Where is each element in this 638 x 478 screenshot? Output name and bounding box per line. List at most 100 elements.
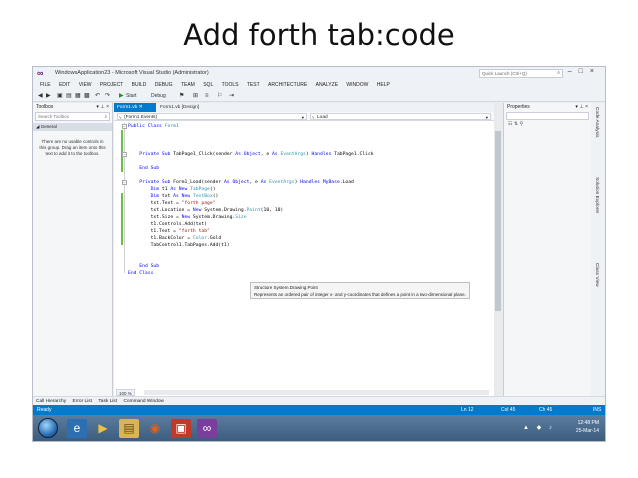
zoom-level[interactable]: 100 % [116,389,135,396]
open-file-icon[interactable]: ▤ [66,92,72,100]
vs-screenshot: ∞ WindowsApplication23 - Microsoft Visua… [32,66,606,442]
comment-icon[interactable]: ≡ [205,92,209,100]
property-pages-icon[interactable]: ⚲ [519,121,523,127]
toolbox-search-input[interactable]: Search Toolbox ⌕ [35,112,110,121]
code-line: Public Class Form1 [128,124,179,129]
tray-date[interactable]: 25-Mar-14 [576,428,599,434]
close-icon[interactable]: ✕ [139,105,143,110]
start-icon[interactable]: ▶ [119,92,124,100]
new-project-icon[interactable]: ▣ [57,92,63,100]
undo-icon[interactable]: ↶ [95,92,100,100]
status-bar: Ready Ln 12 Col 45 Ch 45 INS [33,405,605,415]
menu-edit[interactable]: EDIT [59,80,70,90]
code-line: End Sub [139,264,160,269]
status-char: Ch 45 [539,407,553,413]
minimize-icon[interactable]: – [568,68,579,75]
pin-icon[interactable]: ▾ ⊥ × [96,103,109,112]
vertical-scrollbar[interactable] [494,103,502,396]
maximize-icon[interactable]: □ [579,68,590,75]
find-icon[interactable]: ⊞ [193,92,198,100]
tray-time[interactable]: 12:48 PM [578,420,599,426]
title-bar: ∞ WindowsApplication23 - Microsoft Visua… [33,67,605,80]
menu-project[interactable]: PROJECT [100,80,123,90]
quick-launch-input[interactable]: Quick Launch (Ctrl+Q) ⌕ [479,69,563,78]
change-indicator [121,193,123,245]
menu-debug[interactable]: DEBUG [155,80,173,90]
code-line: t1.BackColor = Color.Gold [128,236,222,241]
toolbar-misc-icon[interactable]: ⚑ [179,92,184,100]
menu-tools[interactable]: TOOLS [222,80,239,90]
windows-taskbar: e ▶ ▤ ◉ ▣ ∞ ▲ ◆ ♪ 12:48 PM 25-Mar-14 [33,415,605,441]
menu-analyze[interactable]: ANALYZE [316,80,338,90]
status-insert-mode: INS [593,407,602,413]
collapse-icon[interactable]: − [122,152,127,157]
forward-icon[interactable]: ▶ [46,92,51,100]
properties-object-dropdown[interactable] [506,112,589,120]
indent-icon[interactable]: ⇥ [229,92,234,100]
collapse-icon[interactable]: − [122,124,127,129]
side-tab-class-view[interactable]: Class View [594,263,599,287]
save-all-icon[interactable]: ▩ [84,92,90,100]
file-explorer-icon[interactable]: ▤ [119,419,139,438]
redo-icon[interactable]: ↷ [105,92,110,100]
window-controls: –□× [568,68,601,75]
slide-title: Add forth tab:code [183,18,455,52]
back-icon[interactable]: ◀ [38,92,43,100]
alphabetical-icon[interactable]: ⇅ [514,121,518,127]
tab-form1-vb[interactable]: Form1.vb ✕ [114,103,156,112]
start-button[interactable]: Start [126,92,137,100]
side-tab-solution-explorer[interactable]: Solution Explorer [594,177,599,214]
menu-team[interactable]: TEAM [181,80,195,90]
code-line: TabControl1.TabPages.Add(t1) [128,243,230,248]
status-ready: Ready [37,407,52,413]
chevron-down-icon: ▾ [301,115,304,120]
horizontal-scrollbar[interactable] [144,390,489,395]
code-text-area[interactable]: − − − Public Class Form1 Private Sub Tab… [114,123,494,388]
menu-help[interactable]: HELP [377,80,390,90]
code-line: t1.Text = "forth tab" [128,229,210,234]
system-tray: ▲ ◆ ♪ 12:48 PM 25-Mar-14 [521,419,601,439]
close-icon[interactable]: × [590,68,601,75]
code-line: txt.Text = "forth page" [128,201,216,206]
save-icon[interactable]: ▦ [75,92,81,100]
firefox-icon[interactable]: ◉ [145,419,165,438]
config-dropdown[interactable]: Debug [151,92,166,100]
scrollbar-thumb[interactable] [495,131,501,311]
office-icon[interactable]: ▣ [171,419,191,438]
class-dropdown[interactable]: ϟ (Form1 Events) ▾ [117,113,307,120]
menu-view[interactable]: VIEW [79,80,92,90]
tab-label: Form1.vb [117,105,138,110]
properties-pane: Properties ▾ ⊥ × ☷ ⇅ ⚲ [503,103,591,396]
media-player-icon[interactable]: ▶ [93,419,113,438]
menu-test[interactable]: TEST [247,80,260,90]
code-line: End Class [128,271,154,276]
class-dropdown-value: (Form1 Events) [124,115,158,120]
menu-window[interactable]: WINDOW [346,80,368,90]
code-editor-pane: Form1.vb ✕ Form1.vb [Design] ϟ (Form1 Ev… [114,103,494,396]
side-tab-code-analysis[interactable]: Code Analysis [594,107,599,137]
search-icon: ⌕ [557,70,560,76]
pin-icon[interactable]: ▾ ⊥ × [575,103,588,112]
code-line: Dim t1 As New TabPage() [150,187,216,192]
document-tabs: Form1.vb ✕ Form1.vb [Design] [114,103,494,112]
categorized-icon[interactable]: ☷ [508,121,512,127]
tray-icons[interactable]: ▲ ◆ ♪ [523,424,555,431]
menu-sql[interactable]: SQL [203,80,213,90]
events-icon: ϟ [119,115,122,120]
method-dropdown[interactable]: ϟ Load ▾ [310,113,491,120]
ie-icon[interactable]: e [67,419,87,438]
tab-form1-design[interactable]: Form1.vb [Design] [157,103,212,112]
menu-build[interactable]: BUILD [132,80,147,90]
window-title: WindowsApplication23 - Microsoft Visual … [55,70,209,76]
collapse-icon[interactable]: − [122,180,127,185]
menu-file[interactable]: FILE [40,80,51,90]
menu-architecture[interactable]: ARCHITECTURE [268,80,307,90]
start-button[interactable] [38,418,58,438]
toolbox-title: Toolbox [36,104,54,110]
toolbox-group-general[interactable]: ◢ General [33,123,112,131]
code-line: End Sub [139,166,160,171]
visual-studio-taskbar-icon[interactable]: ∞ [197,419,217,438]
properties-header: Properties ▾ ⊥ × [504,103,591,112]
bookmark-icon[interactable]: ⚐ [217,92,222,100]
toolbox-search-placeholder: Search Toolbox [38,114,69,119]
